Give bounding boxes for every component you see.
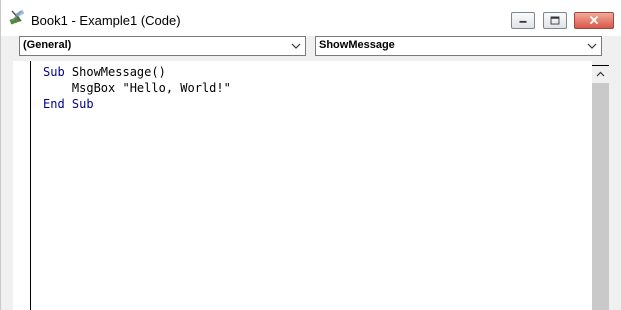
scroll-up-button[interactable]	[592, 66, 609, 83]
code-keyword: Sub	[71, 97, 94, 111]
procedure-dropdown[interactable]: ShowMessage	[315, 36, 602, 56]
minimize-icon	[519, 20, 527, 23]
code-pane[interactable]: Sub ShowMessage() MsgBox "Hello, World!"…	[1, 61, 621, 310]
code-line[interactable]: Sub ShowMessage()	[43, 64, 166, 80]
pane-border	[1, 61, 13, 310]
chevron-down-icon	[291, 43, 301, 49]
code-keyword: Sub	[43, 65, 65, 79]
code-keyword: End	[43, 97, 65, 111]
chevron-down-icon	[587, 43, 597, 49]
vba-project-icon	[9, 9, 27, 25]
maximize-icon	[550, 16, 560, 25]
margin-indicator-bar[interactable]	[13, 61, 31, 310]
close-icon	[589, 15, 599, 25]
title-bar[interactable]: Book1 - Example1 (Code)	[1, 0, 621, 36]
minimize-button[interactable]	[511, 12, 535, 29]
object-dropdown[interactable]: (General)	[19, 36, 306, 56]
code-line[interactable]: MsgBox "Hello, World!"	[43, 80, 231, 96]
code-editor[interactable]: Sub ShowMessage() MsgBox "Hello, World!"…	[32, 61, 592, 310]
object-dropdown-value: (General)	[23, 39, 72, 51]
maximize-button[interactable]	[543, 12, 567, 29]
pane-border	[609, 61, 621, 310]
window-title: Book1 - Example1 (Code)	[31, 13, 181, 28]
chevron-up-icon	[596, 71, 605, 77]
close-button[interactable]	[574, 12, 614, 29]
procedure-dropdown-value: ShowMessage	[319, 39, 395, 51]
code-text: ShowMessage()	[64, 65, 166, 79]
code-text: MsgBox "Hello, World!"	[71, 81, 231, 95]
vertical-scrollbar[interactable]	[592, 61, 609, 310]
vba-code-window: Book1 - Example1 (Code) (General) ShowMe…	[0, 0, 621, 310]
procedure-dropdown-bar: (General) ShowMessage	[1, 36, 621, 61]
code-line[interactable]: End Sub	[43, 96, 94, 112]
